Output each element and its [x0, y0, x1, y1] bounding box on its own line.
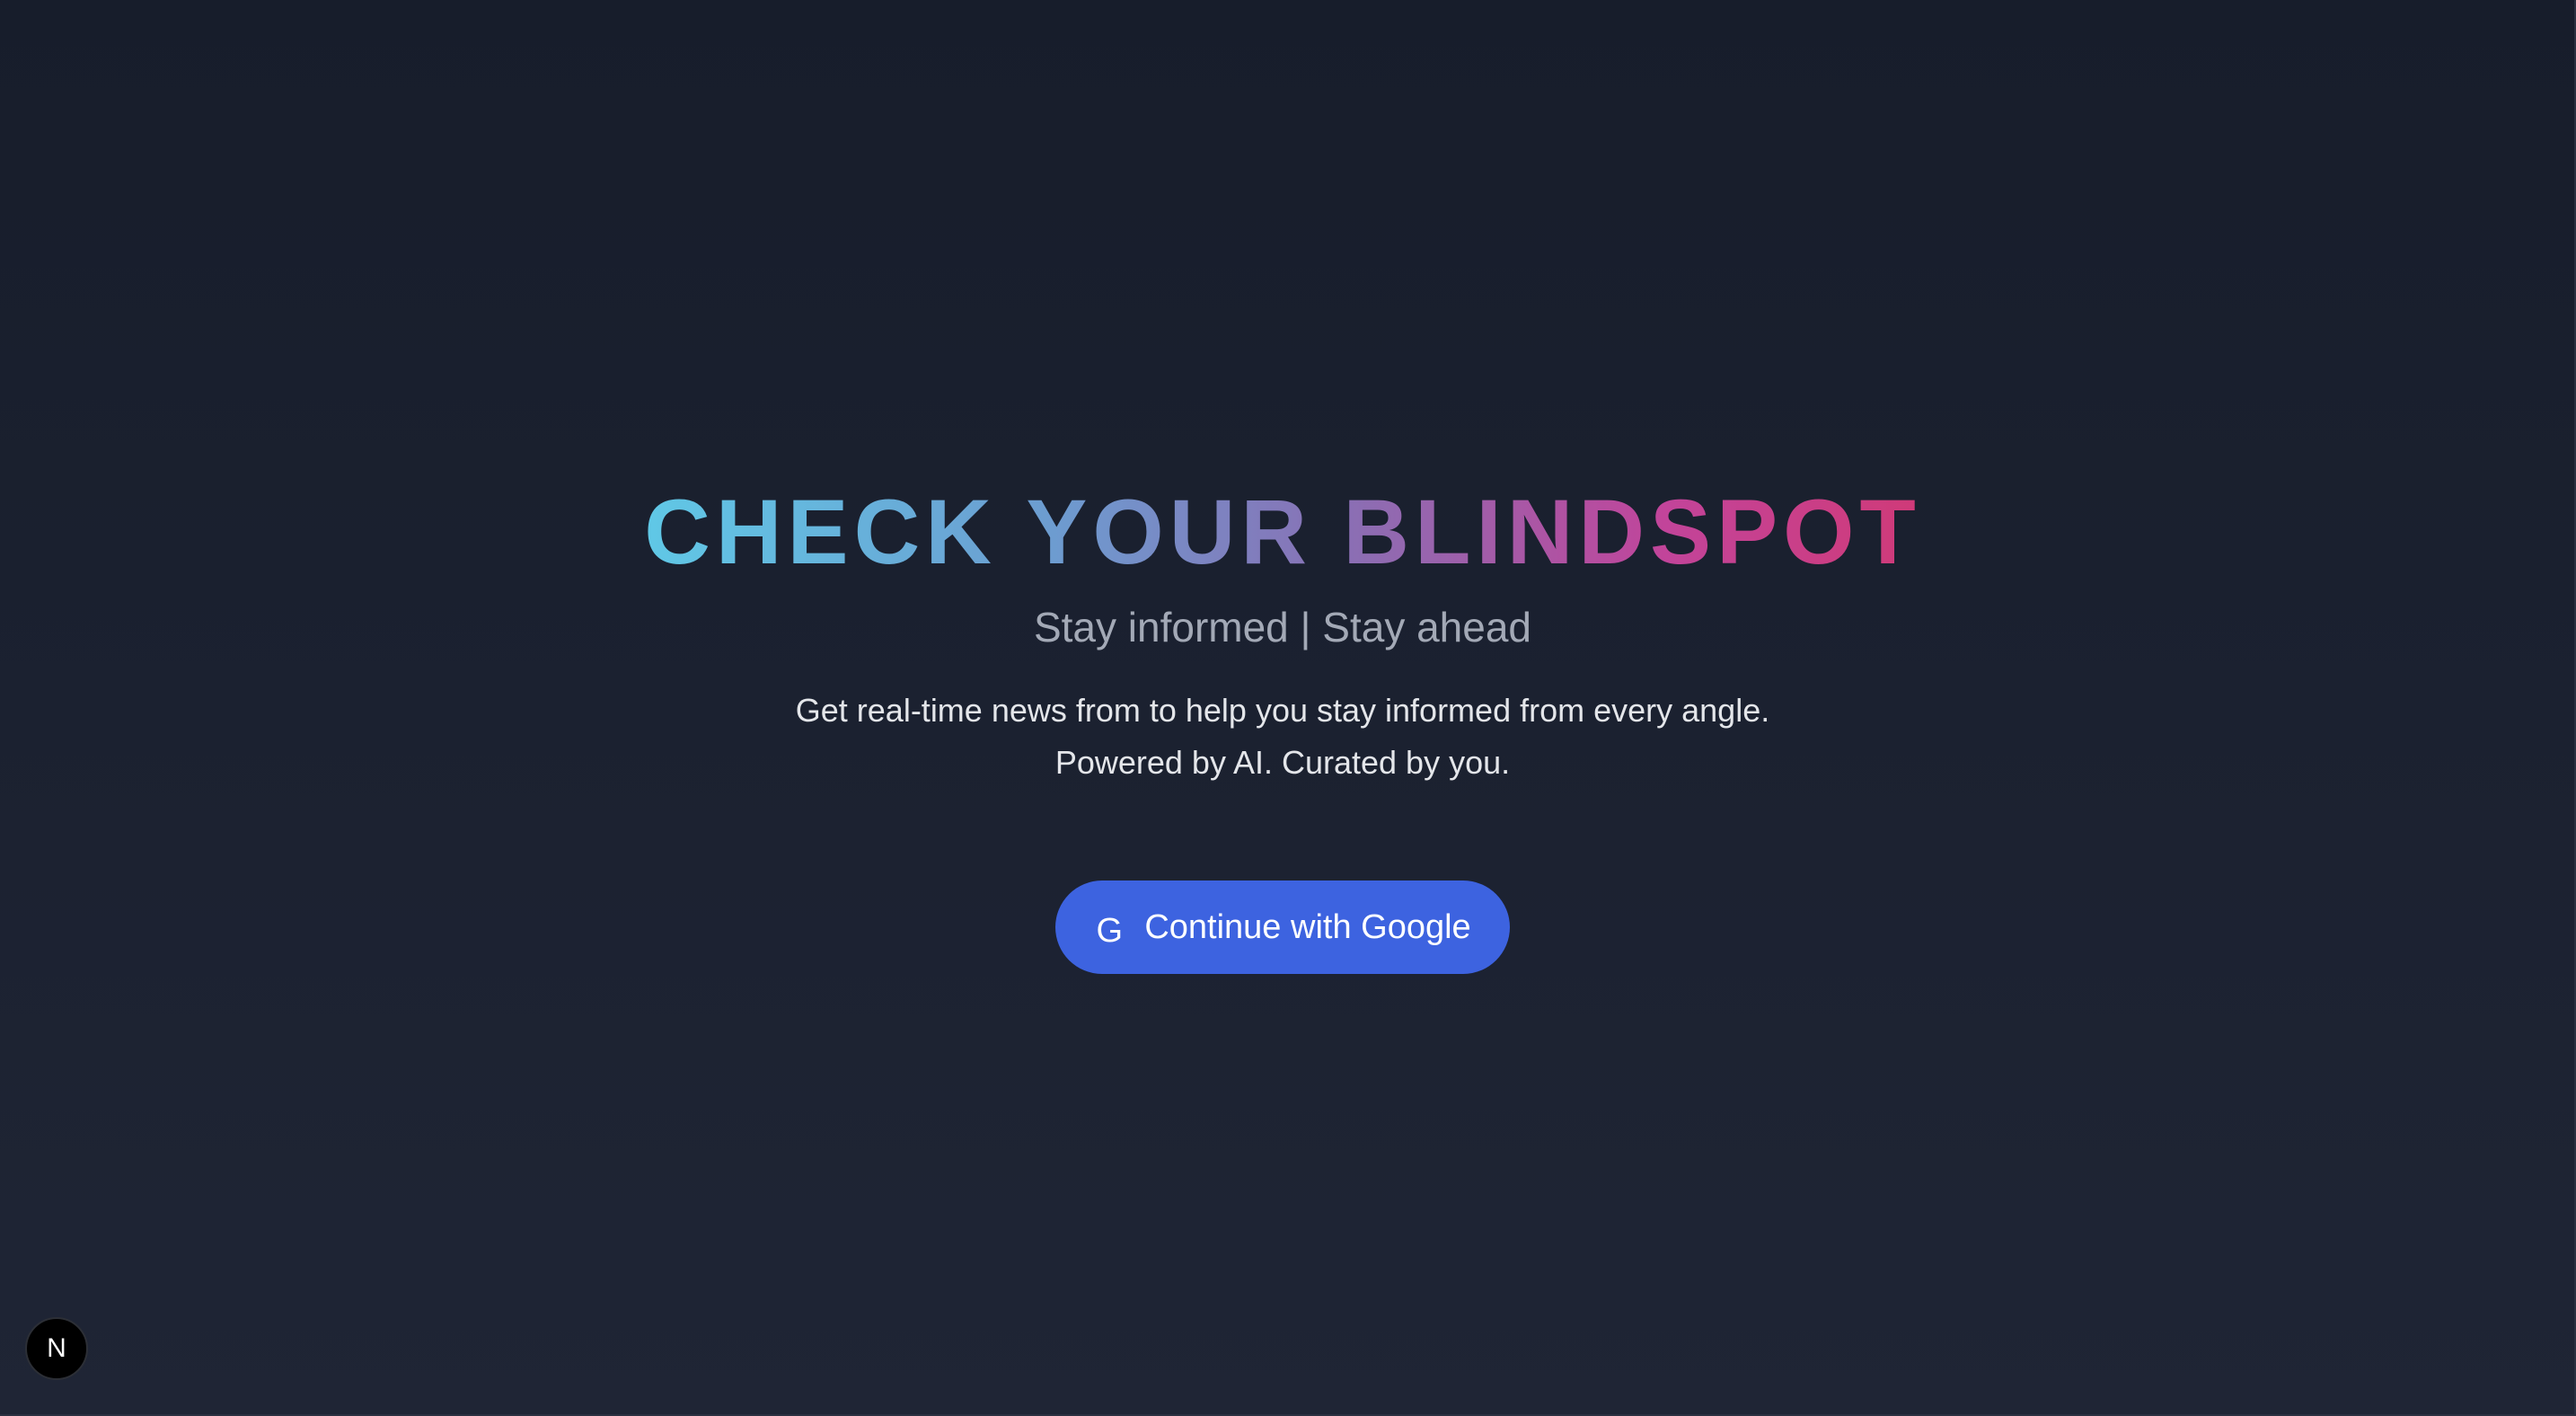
- description-line-1: Get real-time news from to help you stay…: [795, 692, 1770, 729]
- google-button-label: Continue with Google: [1144, 907, 1471, 946]
- description-line-2: Powered by AI. Curated by you.: [1054, 744, 1511, 781]
- continue-with-google-button[interactable]: G Continue with Google: [1055, 881, 1510, 974]
- hero-section: CHECK YOUR BLINDSPOT Stay informed | Sta…: [0, 0, 2565, 1416]
- google-icon: G: [1096, 911, 1124, 950]
- nextjs-icon: N: [47, 1333, 66, 1363]
- nextjs-devtools-button[interactable]: N: [25, 1317, 88, 1380]
- tagline: Stay informed | Stay ahead: [1033, 604, 1532, 650]
- page-title: CHECK YOUR BLINDSPOT: [644, 478, 1921, 586]
- description: Get real-time news from to help you stay…: [796, 685, 1769, 789]
